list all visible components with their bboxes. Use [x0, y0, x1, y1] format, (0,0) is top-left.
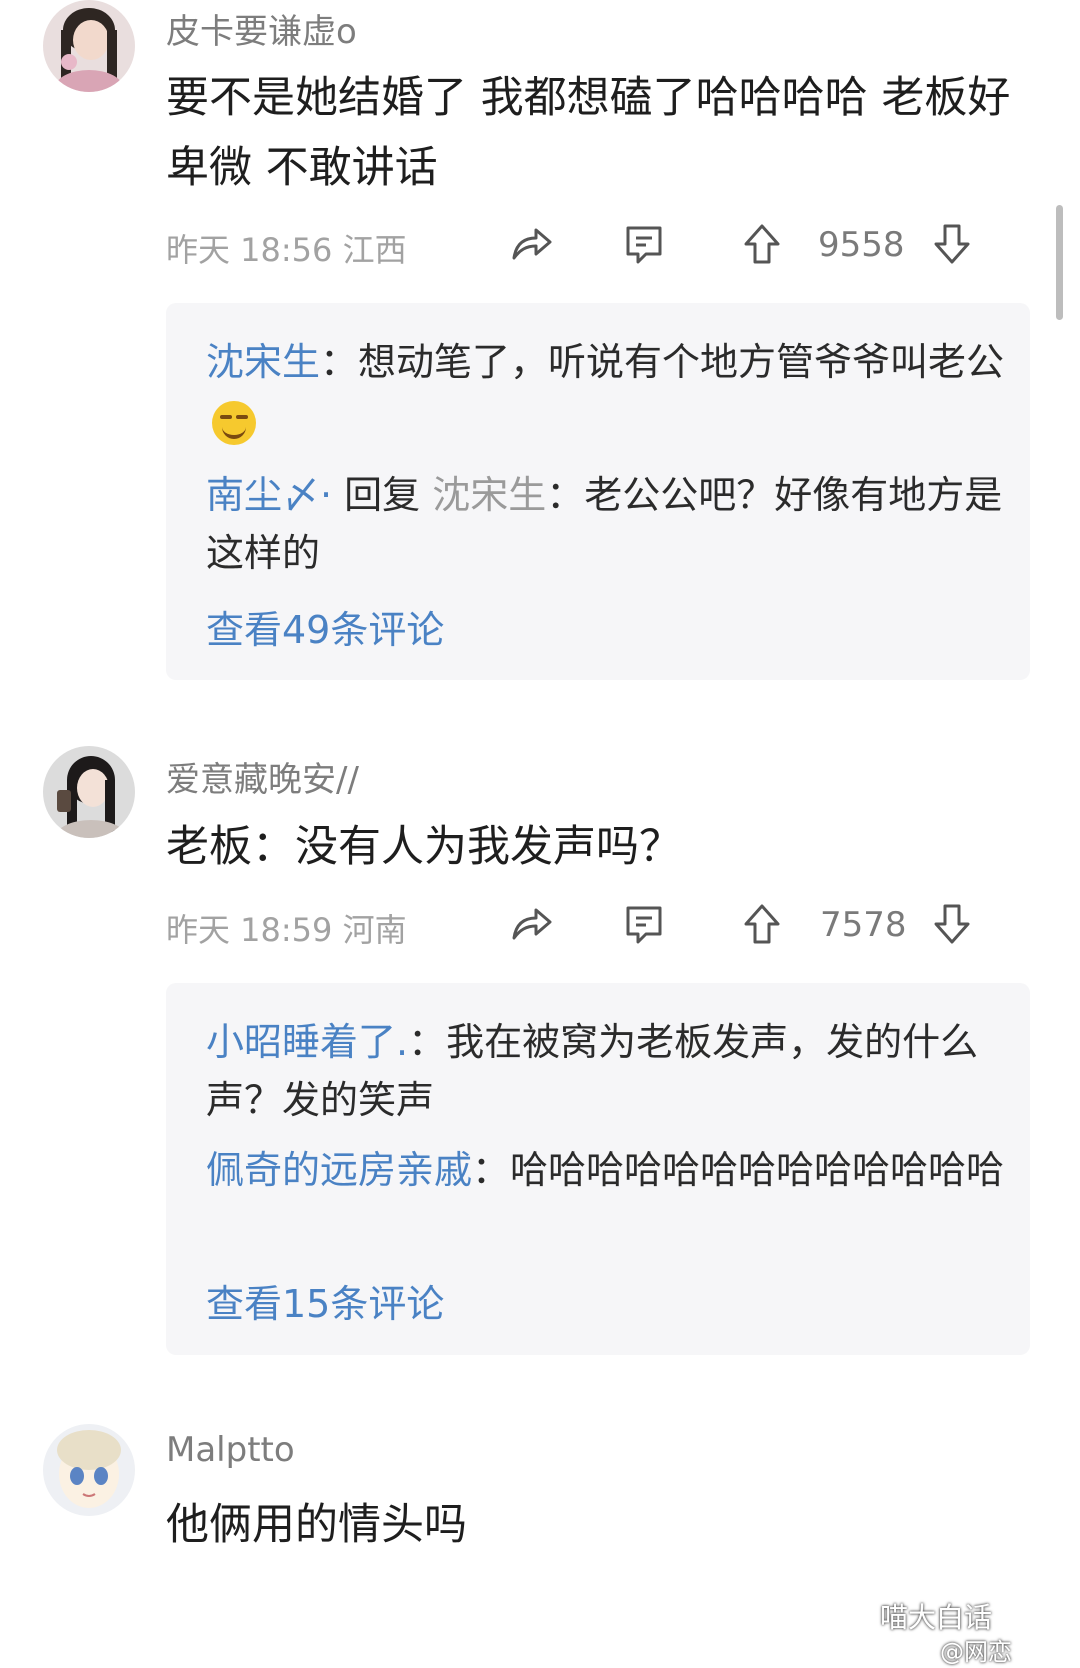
comment-text: 老板：没有人为我发声吗？	[166, 822, 682, 872]
downvote-icon[interactable]	[928, 900, 976, 948]
reply-item[interactable]: 佩奇的远房亲戚：哈哈哈哈哈哈哈哈哈哈哈哈哈	[206, 1141, 1006, 1199]
reply-author[interactable]: 小昭睡着了.	[206, 1020, 408, 1064]
watermark-handle: @网恋	[940, 1638, 1012, 1666]
watermark-text: 喵大白话	[880, 1601, 993, 1634]
comment-time: 昨天 18:59	[166, 911, 333, 949]
comment-username[interactable]: 爱意藏晚安//	[166, 752, 359, 801]
comment-text: 他俩用的情头吗	[166, 1500, 467, 1550]
comment-username[interactable]: 皮卡要谦虚o	[166, 4, 357, 53]
reply-separator: ：	[408, 1020, 447, 1064]
laughing-emoji-icon	[212, 400, 256, 445]
avatar[interactable]	[43, 746, 135, 838]
comment-location: 河南	[342, 911, 407, 949]
comment-meta: 昨天 18:56 江西	[166, 225, 407, 271]
reply-separator: ：	[546, 473, 585, 517]
downvote-icon[interactable]	[928, 220, 976, 268]
reply-item[interactable]: 沈宋生：想动笔了，听说有个地方管爷爷叫老公	[206, 333, 1006, 449]
avatar[interactable]	[43, 0, 135, 92]
comment-location: 江西	[342, 231, 407, 269]
reply-item[interactable]: 南尘〆· 回复 沈宋生：老公公吧？好像有地方是这样的	[206, 466, 1006, 582]
share-icon[interactable]	[508, 220, 556, 268]
comment-time: 昨天 18:56	[166, 231, 333, 269]
reply-author[interactable]: 佩奇的远房亲戚	[206, 1148, 472, 1192]
reply-separator: ：	[472, 1148, 511, 1192]
comment-username[interactable]: Malptto	[166, 1430, 295, 1470]
reply-icon[interactable]	[620, 220, 668, 268]
reply-text: 想动笔了，听说有个地方管爷爷叫老公	[358, 340, 1005, 384]
share-icon[interactable]	[508, 900, 556, 948]
like-count: 7578	[820, 905, 907, 945]
comment-text: 要不是她结婚了 我都想磕了哈哈哈哈 老板好卑微 不敢讲话	[166, 73, 1011, 193]
reply-text: 哈哈哈哈哈哈哈哈哈哈哈哈哈	[510, 1148, 1005, 1192]
reply-word: 回复	[332, 473, 433, 517]
reply-separator: ：	[320, 340, 359, 384]
reply-author[interactable]: 南尘〆·	[206, 473, 332, 517]
view-more-link[interactable]: 查看15条评论	[206, 1273, 444, 1328]
comment-meta: 昨天 18:59 河南	[166, 905, 407, 951]
weibo-logo-icon	[833, 1615, 859, 1633]
upvote-icon[interactable]	[738, 900, 786, 948]
view-more-link[interactable]: 查看49条评论	[206, 599, 444, 654]
like-count: 9558	[818, 225, 905, 265]
reply-icon[interactable]	[620, 900, 668, 948]
scrollbar[interactable]	[1056, 205, 1063, 320]
avatar[interactable]	[43, 1424, 135, 1516]
reply-item[interactable]: 小昭睡着了.：我在被窝为老板发声，发的什么声？发的笑声	[206, 1013, 1006, 1129]
reply-author[interactable]: 沈宋生	[206, 340, 320, 384]
reply-box: 沈宋生：想动笔了，听说有个地方管爷爷叫老公 南尘〆· 回复 沈宋生：老公公吧？好…	[166, 303, 1030, 680]
upvote-icon[interactable]	[738, 220, 786, 268]
reply-box: 小昭睡着了.：我在被窝为老板发声，发的什么声？发的笑声 佩奇的远房亲戚：哈哈哈哈…	[166, 983, 1030, 1355]
reply-to-author[interactable]: 沈宋生	[432, 473, 546, 517]
